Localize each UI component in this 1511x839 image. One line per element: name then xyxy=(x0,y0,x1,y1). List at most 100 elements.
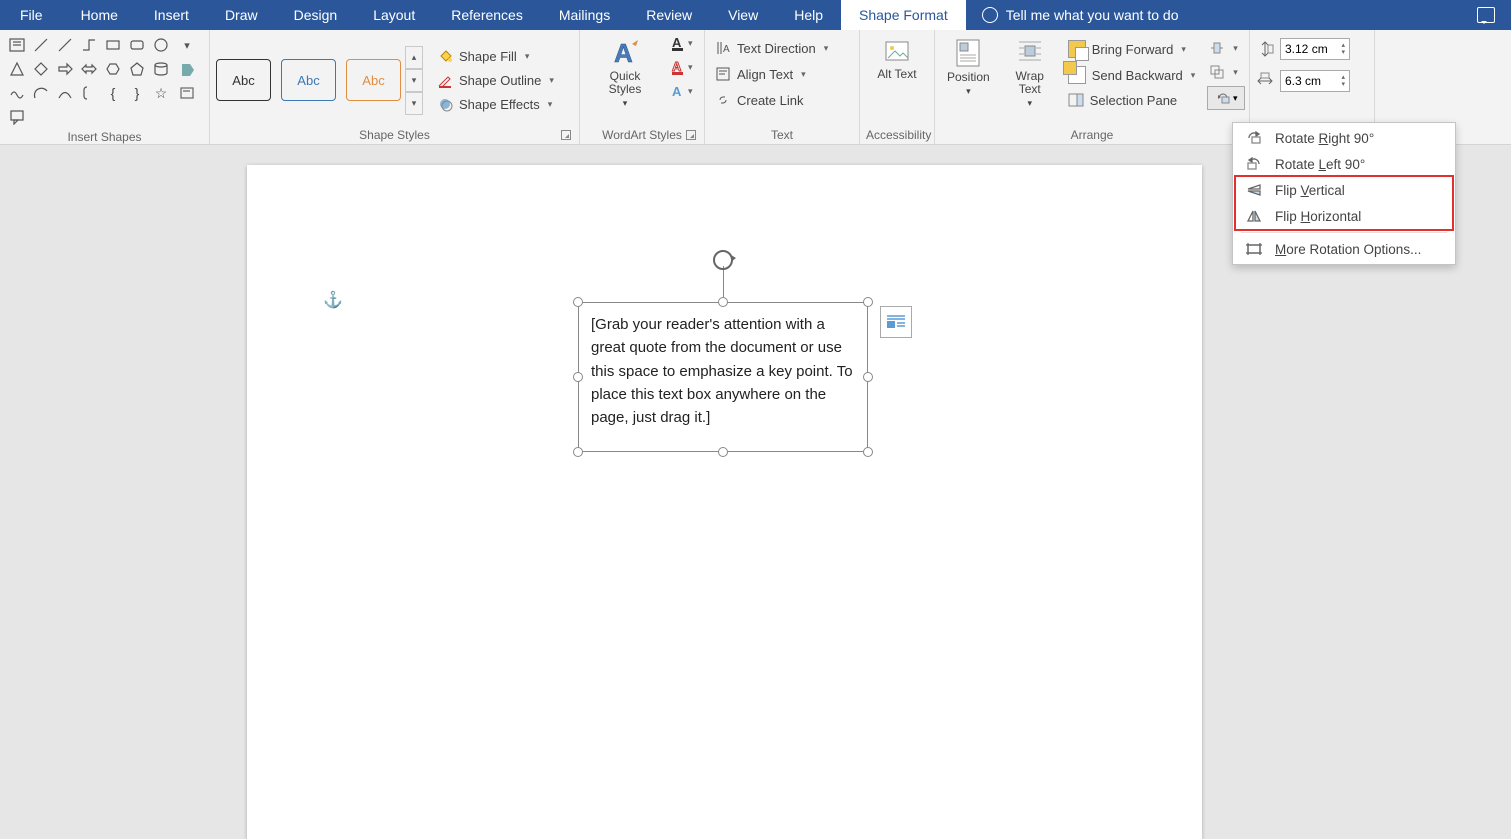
shapes-more-button[interactable]: ▾ xyxy=(176,34,198,56)
shape-connector-icon[interactable] xyxy=(78,34,100,56)
resize-handle-e[interactable] xyxy=(863,372,873,382)
shape-doublearrow-icon[interactable] xyxy=(78,58,100,80)
group-label-arrange: Arrange xyxy=(941,126,1243,142)
styles-expand[interactable]: ▾ xyxy=(405,92,423,115)
shape-effects-button[interactable]: Shape Effects▾ xyxy=(433,94,558,114)
shape-callout-icon[interactable] xyxy=(6,106,28,128)
tab-help[interactable]: Help xyxy=(776,0,841,30)
comments-icon[interactable] xyxy=(1477,7,1495,23)
tab-design[interactable]: Design xyxy=(276,0,356,30)
shape-cylinder-icon[interactable] xyxy=(150,58,172,80)
wrap-text-button[interactable]: Wrap Text▾ xyxy=(1004,34,1056,113)
svg-text:A: A xyxy=(672,84,682,99)
selected-textbox[interactable]: [Grab your reader's attention with a gre… xyxy=(578,302,868,452)
menu-bar: File Home Insert Draw Design Layout Refe… xyxy=(0,0,1511,30)
selection-pane-button[interactable]: Selection Pane xyxy=(1064,90,1200,110)
shape-line2-icon[interactable] xyxy=(54,34,76,56)
style-preset-3[interactable]: Abc xyxy=(346,59,401,101)
text-fill-button[interactable]: A▾ xyxy=(670,34,698,52)
rotate-right-icon xyxy=(1245,130,1263,146)
text-direction-button[interactable]: A Text Direction▾ xyxy=(711,38,832,58)
shape-roundrect-icon[interactable] xyxy=(126,34,148,56)
tab-view[interactable]: View xyxy=(710,0,776,30)
shape-arrow-icon[interactable] xyxy=(54,58,76,80)
align-button[interactable]: ▾ xyxy=(1207,38,1245,58)
styles-scroll-down[interactable]: ▾ xyxy=(405,69,423,92)
shape-rect-icon[interactable] xyxy=(102,34,124,56)
rotation-handle[interactable] xyxy=(709,246,737,274)
rotate-right-90-item[interactable]: Rotate Right 90° xyxy=(1233,125,1455,151)
alt-text-button[interactable]: Alt Text xyxy=(871,34,923,85)
create-link-button[interactable]: Create Link xyxy=(711,90,832,110)
shape-bracket-icon[interactable] xyxy=(78,82,100,104)
shape-triangle-icon[interactable] xyxy=(6,58,28,80)
tab-draw[interactable]: Draw xyxy=(207,0,276,30)
more-rotation-options-item[interactable]: More Rotation Options... xyxy=(1233,236,1455,262)
tab-references[interactable]: References xyxy=(433,0,541,30)
dropdown-separator xyxy=(1241,232,1447,233)
shape-diamond-icon[interactable] xyxy=(30,58,52,80)
pen-outline-icon xyxy=(437,72,453,88)
edit-shape-button[interactable] xyxy=(176,58,198,80)
shape-star-icon[interactable]: ☆ xyxy=(150,82,172,104)
text-outline-button[interactable]: A▾ xyxy=(670,58,698,76)
shape-circle-icon[interactable] xyxy=(150,34,172,56)
shape-hexagon-icon[interactable] xyxy=(102,58,124,80)
group-icon xyxy=(1209,64,1225,80)
shape-fill-button[interactable]: Shape Fill▾ xyxy=(433,46,558,66)
shape-line-icon[interactable] xyxy=(30,34,52,56)
tab-insert[interactable]: Insert xyxy=(136,0,207,30)
text-effects-icon: A xyxy=(670,83,686,99)
style-preset-1[interactable]: Abc xyxy=(216,59,271,101)
link-icon xyxy=(715,92,731,108)
tab-file[interactable]: File xyxy=(0,0,63,30)
resize-handle-s[interactable] xyxy=(718,447,728,457)
style-preset-2[interactable]: Abc xyxy=(281,59,336,101)
wrap-text-icon xyxy=(1017,38,1043,68)
shape-textbox-icon[interactable] xyxy=(6,34,28,56)
send-backward-button[interactable]: Send Backward▾ xyxy=(1064,64,1200,86)
flip-vertical-item[interactable]: Flip Vertical xyxy=(1233,177,1455,203)
shape-brace2-icon[interactable]: } xyxy=(126,82,148,104)
flip-vertical-icon xyxy=(1245,182,1263,198)
tab-shape-format[interactable]: Shape Format xyxy=(841,0,966,30)
shape-wave-icon[interactable] xyxy=(6,82,28,104)
resize-handle-w[interactable] xyxy=(573,372,583,382)
width-input[interactable]: 6.3 cm▴▾ xyxy=(1280,70,1350,92)
resize-handle-n[interactable] xyxy=(718,297,728,307)
quick-styles-button[interactable]: A Quick Styles▾ xyxy=(586,34,664,113)
wordart-launcher[interactable] xyxy=(686,130,696,140)
flip-horizontal-icon xyxy=(1245,208,1263,224)
tab-home[interactable]: Home xyxy=(63,0,136,30)
flip-horizontal-item[interactable]: Flip Horizontal xyxy=(1233,203,1455,229)
text-effects-button[interactable]: A▾ xyxy=(670,82,698,100)
textbox-content[interactable]: [Grab your reader's attention with a gre… xyxy=(578,302,868,452)
styles-scroll-up[interactable]: ▴ xyxy=(405,46,423,69)
shape-arc-icon[interactable] xyxy=(30,82,52,104)
tab-layout[interactable]: Layout xyxy=(355,0,433,30)
layout-options-button[interactable] xyxy=(880,306,912,338)
resize-handle-se[interactable] xyxy=(863,447,873,457)
group-label-wordart: WordArt Styles xyxy=(602,128,682,142)
tell-me-search[interactable]: Tell me what you want to do xyxy=(966,7,1477,23)
tab-mailings[interactable]: Mailings xyxy=(541,0,628,30)
resize-handle-nw[interactable] xyxy=(573,297,583,307)
draw-textbox-button[interactable] xyxy=(176,82,198,104)
height-input[interactable]: 3.12 cm▴▾ xyxy=(1280,38,1350,60)
resize-handle-ne[interactable] xyxy=(863,297,873,307)
align-text-button[interactable]: Align Text▾ xyxy=(711,64,832,84)
shape-styles-launcher[interactable] xyxy=(561,130,571,140)
tab-review[interactable]: Review xyxy=(628,0,710,30)
shape-brace-icon[interactable]: { xyxy=(102,82,124,104)
shape-outline-button[interactable]: Shape Outline▾ xyxy=(433,70,558,90)
position-button[interactable]: Position▾ xyxy=(941,34,996,101)
more-rotation-icon xyxy=(1245,241,1263,257)
shapes-gallery[interactable]: { } ☆ xyxy=(6,34,172,128)
rotate-left-90-item[interactable]: Rotate Left 90° xyxy=(1233,151,1455,177)
shape-pentagon-icon[interactable] xyxy=(126,58,148,80)
resize-handle-sw[interactable] xyxy=(573,447,583,457)
rotate-button[interactable]: ▾ xyxy=(1207,86,1245,110)
shape-curve-icon[interactable] xyxy=(54,82,76,104)
group-button[interactable]: ▾ xyxy=(1207,62,1245,82)
bring-forward-button[interactable]: Bring Forward▾ xyxy=(1064,38,1200,60)
